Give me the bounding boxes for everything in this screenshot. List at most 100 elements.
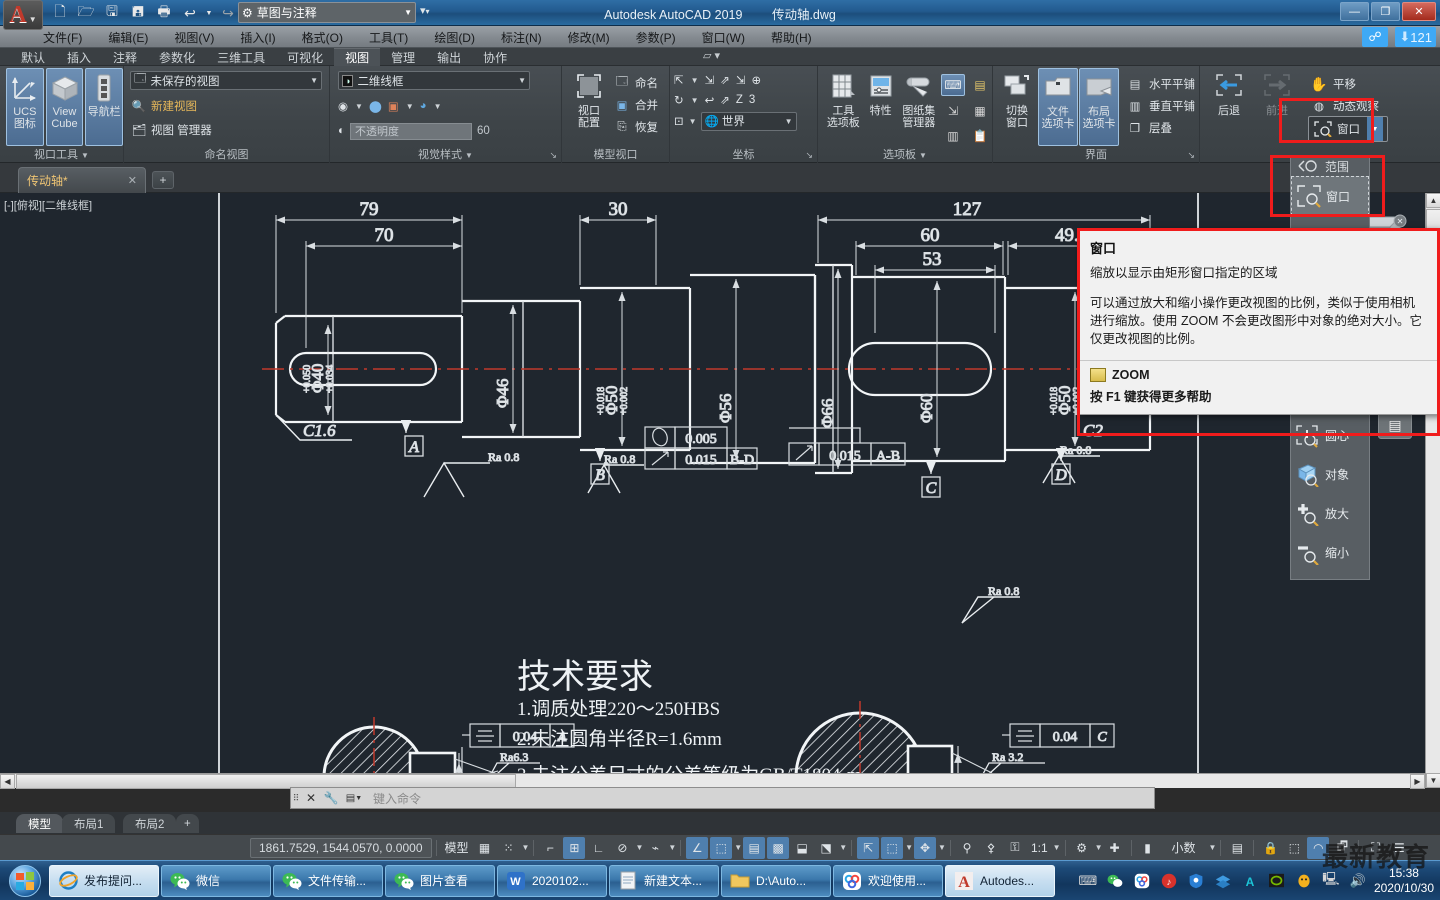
zoom-menu-item-extents[interactable]: 范围 [1291, 156, 1369, 176]
tab-3d-tools[interactable]: 三维工具 [206, 48, 276, 66]
ucs-previous-icon[interactable]: ↩ [705, 93, 715, 107]
cloud-disk-icon[interactable]: ☍ [1362, 27, 1388, 47]
zoom-menu-item-center[interactable]: 圆心 [1291, 416, 1369, 455]
chevron-down-icon[interactable]: ▼ [522, 843, 530, 852]
pan-button[interactable]: ✋ 平移 [1308, 73, 1388, 95]
minimize-button[interactable]: — [1340, 2, 1369, 21]
scroll-down-icon[interactable]: ▼ [1426, 773, 1440, 788]
gizmo-toggle[interactable]: ✥ [914, 836, 937, 859]
tab-manage[interactable]: 管理 [380, 48, 426, 66]
chevron-down-icon[interactable]: ▼ [1095, 843, 1103, 852]
model-space-button[interactable]: 模型 [442, 837, 472, 859]
named-view-combo[interactable]: 🗔 未保存的视图 ▼ [130, 71, 322, 90]
new-layout-button[interactable]: + [176, 814, 199, 833]
ucs-named-icon[interactable]: ⇲ [705, 73, 715, 87]
baidu-disk-icon[interactable] [1213, 871, 1233, 891]
shadow-icon[interactable]: ◕ [420, 100, 427, 112]
tab-view[interactable]: 视图 [334, 48, 381, 66]
polar-tracking-toggle[interactable]: ⊘ [611, 837, 633, 859]
view-manager-button[interactable]: 🗂 视图 管理器 [130, 119, 323, 141]
tab-output[interactable]: 输出 [426, 48, 472, 66]
canvas-horizontal-scrollbar[interactable]: ◀ ▶ [0, 773, 1425, 789]
taskbar-item-cloud-disk[interactable]: 欢迎使用... [833, 864, 943, 897]
chevron-down-icon[interactable]: ▼ [938, 843, 946, 852]
zoom-flyout-toggle[interactable]: ▼ [1367, 117, 1383, 141]
markup-set-icon[interactable]: ⇲ [941, 100, 965, 122]
taskbar-item-file-transfer[interactable]: 文件传输... [273, 864, 383, 897]
taskbar-item-autocad[interactable]: A Autodes... [945, 864, 1055, 897]
menu-item-help[interactable]: 帮助(H) [758, 26, 825, 48]
file-tab-active[interactable]: 传动轴* ✕ [18, 167, 146, 193]
ucs-origin-icon[interactable]: ⇱ [674, 73, 684, 87]
scroll-up-icon[interactable]: ▲ [1426, 193, 1440, 208]
3d-object-snap-toggle[interactable]: ⬔ [815, 837, 837, 859]
external-references-icon[interactable]: ▤ [968, 74, 992, 96]
wechat-icon[interactable] [1105, 871, 1125, 891]
cloud-download-count[interactable]: ⬇ 121 [1395, 27, 1436, 47]
tab-annotate[interactable]: 注释 [102, 48, 148, 66]
autodesk-icon[interactable]: A [1240, 871, 1260, 891]
undo-dropdown-icon[interactable]: ▼ [204, 2, 214, 24]
ucs-x-rotate-icon[interactable]: ↻ [674, 93, 684, 107]
sheet-set-manager-button[interactable]: 图纸集 管理器 [899, 68, 939, 146]
lock-ui-icon[interactable]: 🔒 [1259, 837, 1281, 859]
chevron-down-icon[interactable]: ▼ [355, 102, 363, 111]
ucs-icon-toggle[interactable]: ⇱ [857, 836, 880, 859]
menu-item-window[interactable]: 窗口(W) [689, 26, 758, 48]
nvidia-icon[interactable] [1267, 871, 1287, 891]
opacity-toggle-icon[interactable]: ◐ [338, 125, 345, 137]
taskbar-item-wps[interactable]: W 2020102... [497, 864, 607, 897]
selection-filter-toggle[interactable]: ⬚ [881, 836, 904, 859]
command-line-grip[interactable]: ⠿ [291, 789, 301, 807]
taskbar-item-ie[interactable]: 发布提问... [49, 864, 159, 897]
face-style-icon[interactable]: ◉ [338, 99, 348, 113]
navbar-button[interactable]: 导航栏 [85, 68, 124, 146]
chevron-down-icon[interactable]: ▼ [734, 843, 742, 852]
object-snap-toggle[interactable]: ⬚ [710, 836, 733, 859]
ucs-manager-icon[interactable]: ⊡ [674, 114, 684, 128]
menu-item-edit[interactable]: 编辑(E) [95, 26, 161, 48]
ucs-world-small-icon[interactable]: ⊕ [751, 73, 761, 87]
workspace-selector[interactable]: ⚙ 草图与注释 ▼ [238, 2, 416, 23]
cloud-disk-icon[interactable] [1132, 871, 1152, 891]
ucs-icon-button[interactable]: UCS 图标 [6, 68, 44, 146]
isometric-draft-toggle[interactable]: ⌁ [644, 837, 666, 859]
customize-command-icon[interactable]: 🔧 [321, 788, 341, 808]
ucs-3-icon[interactable]: 3 [749, 94, 755, 106]
undo-icon[interactable]: ↩ [178, 2, 202, 24]
tab-collaborate[interactable]: 协作 [472, 48, 518, 66]
viewport-restore-button[interactable]: ⎘ 恢复 [612, 116, 658, 138]
customize-crosshair-icon[interactable]: ✚ [1104, 837, 1126, 859]
panel-launcher-icon[interactable]: ↘ [1187, 150, 1195, 161]
chevron-down-icon[interactable]: ▼ [1053, 843, 1061, 852]
tab-visualize[interactable]: 可视化 [276, 48, 334, 66]
ucs-apply-icon[interactable]: ⇗ [720, 93, 730, 107]
chevron-down-icon[interactable]: ▼ [905, 843, 913, 852]
scroll-left-icon[interactable]: ◀ [0, 774, 15, 789]
keyboard-icon[interactable]: ⌨ [1078, 871, 1098, 891]
maximize-button[interactable]: ❐ [1371, 2, 1400, 21]
viewport-config-button[interactable]: 视口 配置 [566, 68, 612, 146]
taskbar-item-wechat[interactable]: 微信 [161, 864, 271, 897]
selection-cycling-toggle[interactable]: ⬓ [791, 837, 813, 859]
tile-vertically-button[interactable]: ▥ 垂直平铺 [1124, 95, 1195, 117]
zoom-menu-item-out[interactable]: 缩小 [1291, 533, 1369, 572]
chevron-down-icon[interactable]: ▼ [691, 76, 699, 85]
annotation-visibility-icon[interactable]: ⚲ [956, 837, 978, 859]
visual-style-combo[interactable]: ◑ 二维线框 ▼ [338, 71, 530, 90]
layout-tabs-button[interactable]: 布局 选项卡 [1079, 68, 1119, 146]
chevron-down-icon[interactable]: ▼ [691, 96, 699, 105]
chevron-down-icon[interactable]: ▼ [689, 117, 697, 126]
menu-item-tools[interactable]: 工具(T) [356, 26, 421, 48]
shaded-cube-icon[interactable]: ▣ [388, 99, 399, 113]
panel-launcher-icon[interactable]: ↘ [805, 150, 813, 161]
panel-launcher-icon[interactable]: ↘ [549, 150, 557, 161]
menu-item-draw[interactable]: 绘图(D) [421, 26, 488, 48]
coordinates-display[interactable]: 1861.7529, 1544.0570, 0.0000 [250, 837, 432, 858]
zoom-menu-item-window[interactable]: 窗口 [1291, 176, 1369, 216]
ucs-z-axis-icon[interactable]: Z [736, 94, 743, 106]
menu-item-dimension[interactable]: 标注(N) [488, 26, 555, 48]
object-snap-tracking-toggle[interactable]: ∠ [686, 836, 709, 859]
menu-item-modify[interactable]: 修改(M) [555, 26, 623, 48]
new-icon[interactable]: 🗋 [48, 2, 72, 24]
